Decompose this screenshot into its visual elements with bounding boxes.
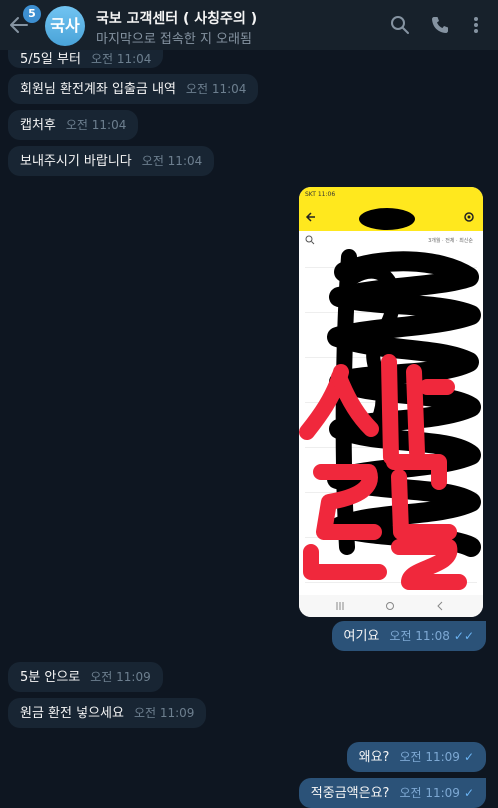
message-outgoing[interactable]: 왜요? 오전 11:09 ✓: [346, 742, 486, 772]
message-text: 회원님 환전계좌 입출금 내역: [20, 82, 176, 97]
more-vertical-icon[interactable]: [466, 15, 486, 35]
screenshot-photo-message[interactable]: SKT 11:06 3개월 · 전체 · 최신순: [299, 187, 483, 617]
message-text: 여기요: [343, 629, 380, 644]
chat-header: 5 국사 국보 고객센터 ( 사칭주의 ) 마지막으로 접속한 지 오래됨: [0, 0, 498, 50]
chat-status: 마지막으로 접속한 지 오래됨: [96, 32, 252, 47]
chat-title[interactable]: 국보 고객센터 ( 사칭주의 ): [96, 8, 257, 28]
message-text: 왜요?: [358, 750, 390, 765]
overlay-text: 사칭: [299, 187, 328, 191]
message-time: 오전 11:08: [389, 629, 450, 643]
message-outgoing[interactable]: 적중금액은요? 오전 11:09 ✓: [298, 778, 486, 808]
photo-home-icon: [386, 602, 394, 610]
message-text: 보내주시기 바랍니다: [20, 154, 132, 169]
avatar[interactable]: 국사: [45, 6, 85, 46]
message-incoming[interactable]: 5분 안으로 오전 11:09: [8, 662, 163, 692]
message-incoming[interactable]: 원금 환전 넣으세요 오전 11:09: [8, 698, 207, 728]
message-incoming[interactable]: 보내주시기 바랍니다 오전 11:04: [8, 146, 215, 176]
message-text: 5분 안으로: [20, 670, 81, 685]
check-icon: ✓: [463, 750, 474, 764]
message-text: 캡처후: [20, 118, 56, 133]
message-time: 오전 11:09: [133, 706, 195, 720]
photo-back-nav-icon: [437, 601, 443, 611]
message-time: 오전 11:04: [65, 118, 127, 132]
message-incoming[interactable]: 회원님 환전계좌 입출금 내역 오전 11:04: [8, 74, 259, 104]
double-check-icon: ✓✓: [453, 629, 474, 643]
phone-icon[interactable]: [430, 15, 450, 35]
message-time: 오전 11:09: [90, 670, 151, 684]
message-text: 원금 환전 넣으세요: [20, 706, 124, 721]
message-time: 오전 11:09: [399, 786, 460, 800]
message-text: 5/5일 부터: [20, 52, 81, 67]
photo-nav-bar: [299, 595, 483, 617]
message-incoming[interactable]: 캡처후 오전 11:04: [8, 110, 139, 140]
message-time: 오전 11:09: [399, 750, 460, 764]
unread-count-badge: 5: [23, 5, 41, 23]
message-time: 오전 11:04: [141, 154, 203, 168]
message-time: 오전 11:04: [90, 52, 152, 66]
photo-recent-apps-icon: [336, 602, 344, 610]
red-handwritten-overlay: 사칭: [299, 187, 467, 590]
message-time: 오전 11:04: [185, 82, 247, 96]
message-text: 적중금액은요?: [310, 786, 390, 801]
message-outgoing[interactable]: 여기요 오전 11:08 ✓✓: [331, 621, 486, 651]
search-icon[interactable]: [390, 15, 410, 35]
check-icon: ✓: [463, 786, 474, 800]
